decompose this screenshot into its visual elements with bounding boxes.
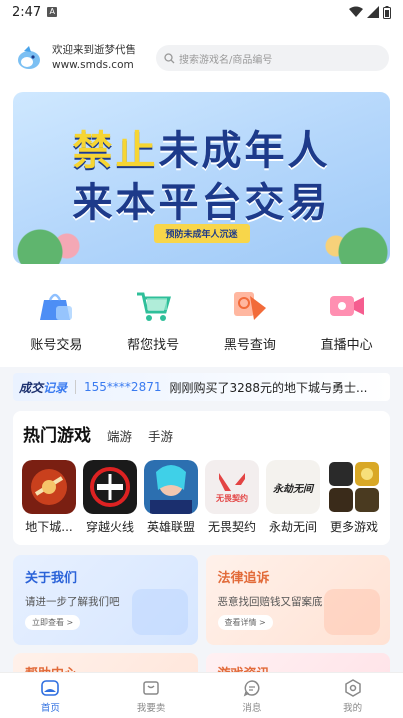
page-top: 欢迎来到逝梦代售 www.smds.com 搜索游戏名/商品编号 禁止未成年人 …	[0, 24, 403, 367]
welcome-block: 欢迎来到逝梦代售 www.smds.com	[52, 43, 136, 73]
view-details-button[interactable]: 查看详情 >	[217, 615, 273, 630]
game-item[interactable]: 穿越火线	[82, 460, 138, 535]
hot-games-tabs: 热门游戏 端游 手游	[21, 421, 382, 446]
ticker-message: 刚刚购买了3288元的地下城与勇士...	[169, 380, 368, 395]
tab-profile[interactable]: 我的	[323, 678, 383, 714]
status-time: 2:47	[12, 4, 42, 20]
more-games-icon	[327, 460, 381, 514]
game-item[interactable]: 更多游戏	[326, 460, 382, 535]
quick-actions: 账号交易 帮您找号 黑号查询 直播中心	[0, 264, 403, 367]
quick-blacklist-check[interactable]: 黑号查询	[210, 288, 290, 353]
site-url: www.smds.com	[52, 59, 134, 71]
tab-mobile-games[interactable]: 手游	[148, 426, 173, 445]
deal-ticker[interactable]: 成交记录 155****2871 刚刚购买了3288元的地下城与勇士...	[13, 373, 390, 401]
signal-icon	[367, 6, 379, 18]
search-doc-icon	[233, 292, 266, 320]
status-bar: 2:47 A	[0, 0, 403, 24]
cf-icon	[83, 460, 137, 514]
a-icon: A	[47, 7, 58, 17]
message-icon	[243, 679, 260, 696]
banner-line1: 禁止未成年人	[72, 128, 331, 174]
ticker-phone: 155****2871	[84, 380, 162, 394]
quick-find-account[interactable]: 帮您找号	[113, 288, 193, 353]
view-now-button[interactable]: 立即查看 >	[25, 615, 81, 630]
battery-icon	[383, 5, 391, 19]
banner-ribbon: 预防未成年人沉迷	[153, 224, 250, 243]
game-item[interactable]: 地下城...	[21, 460, 77, 535]
search-icon	[164, 52, 175, 63]
bottom-tab-bar: 首页 我要卖 消息 我的	[0, 672, 403, 718]
hot-games-section: 热门游戏 端游 手游 地下城... 穿越火线 英雄联盟 无畏契约 无畏契约 永劫…	[13, 411, 390, 545]
banner[interactable]: 禁止未成年人 来本平台交易 预防未成年人沉迷	[13, 92, 390, 264]
quick-account-trade[interactable]: 账号交易	[16, 288, 96, 353]
tab-messages[interactable]: 消息	[222, 678, 282, 714]
game-item[interactable]: 无畏契约 无畏契约	[204, 460, 260, 535]
card-title: 法律追诉	[217, 571, 270, 586]
search-input[interactable]: 搜索游戏名/商品编号	[156, 45, 389, 71]
cart-icon	[137, 292, 172, 321]
ticker-divider	[75, 380, 77, 394]
hot-games-title: 热门游戏	[23, 426, 91, 446]
info-cards: 关于我们 请进一步了解我们吧 立即查看 > 法律追诉 恶意找回赔钱又留案底 查看…	[13, 555, 390, 645]
ticker-label: 成交记录	[19, 380, 68, 395]
quick-live-center[interactable]: 直播中心	[307, 288, 387, 353]
lol-icon	[144, 460, 198, 514]
games-row: 地下城... 穿越火线 英雄联盟 无畏契约 无畏契约 永劫无间 永劫无间 更多游…	[21, 460, 382, 535]
header: 欢迎来到逝梦代售 www.smds.com 搜索游戏名/商品编号	[0, 24, 403, 92]
card-illustration-icon	[324, 589, 380, 635]
dnf-icon	[22, 460, 76, 514]
legal-card[interactable]: 法律追诉 恶意找回赔钱又留案底 查看详情 >	[205, 555, 390, 645]
dolphin-logo-icon	[18, 46, 40, 69]
banner-line2: 来本平台交易	[72, 180, 331, 226]
bag-icon	[40, 293, 73, 320]
tab-sell[interactable]: 我要卖	[121, 678, 181, 714]
valorant-icon: 无畏契约	[205, 460, 259, 514]
tab-home[interactable]: 首页	[20, 678, 80, 714]
search-placeholder: 搜索游戏名/商品编号	[179, 54, 273, 66]
game-item[interactable]: 英雄联盟	[143, 460, 199, 535]
sell-icon	[143, 680, 159, 695]
game-item[interactable]: 永劫无间 永劫无间	[265, 460, 321, 535]
bag-illustration-icon	[131, 589, 188, 635]
about-us-card[interactable]: 关于我们 请进一步了解我们吧 立即查看 >	[13, 555, 198, 645]
naraka-icon: 永劫无间	[266, 460, 320, 514]
tab-pc-games[interactable]: 端游	[107, 426, 132, 445]
welcome-text: 欢迎来到逝梦代售	[52, 44, 136, 56]
profile-icon	[344, 678, 361, 697]
wifi-icon	[349, 6, 363, 17]
video-icon	[329, 296, 364, 316]
card-title: 关于我们	[25, 571, 78, 586]
home-icon	[41, 679, 60, 696]
